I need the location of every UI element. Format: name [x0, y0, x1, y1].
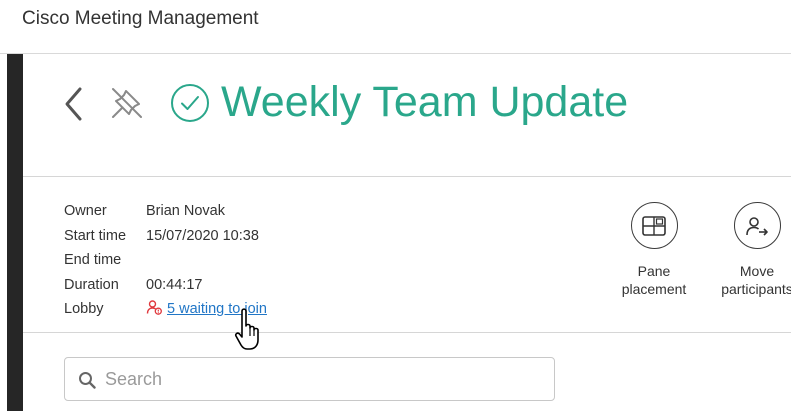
move-participants-label-line2: participants: [721, 281, 791, 297]
search-box[interactable]: [64, 357, 555, 401]
chevron-left-icon: [65, 87, 82, 121]
meeting-title: Weekly Team Update: [221, 78, 629, 126]
move-participants-button[interactable]: Move participants: [707, 202, 791, 298]
duration-value: 00:44:17: [146, 276, 203, 293]
back-button[interactable]: [63, 86, 85, 122]
pane-placement-label-line2: placement: [621, 281, 687, 297]
start-time-label: Start time: [64, 227, 127, 244]
pin-button[interactable]: [108, 84, 146, 122]
move-participants-icon: [733, 202, 781, 249]
header-divider: [23, 176, 791, 177]
start-time-value: 15/07/2020 10:38: [146, 227, 259, 244]
app-title: Cisco Meeting Management: [22, 8, 259, 29]
person-alert-icon: [146, 300, 162, 315]
duration-row: Duration 00:44:17: [64, 273, 267, 298]
left-nav-bar: [7, 54, 23, 411]
hand-pointer-cursor: [234, 308, 259, 350]
section-divider: [23, 332, 791, 333]
move-participants-label-line1: Move: [739, 263, 775, 279]
meeting-details: Owner Brian Novak Start time 15/07/2020 10…: [64, 199, 267, 322]
search-input[interactable]: [105, 358, 545, 400]
start-time-row: Start time 15/07/2020 10:38: [64, 224, 267, 249]
pin-icon: [112, 88, 142, 118]
check-circle-icon: [170, 83, 210, 123]
owner-label: Owner: [64, 203, 107, 219]
lobby-label: Lobby: [64, 301, 104, 317]
duration-label: Duration: [64, 276, 119, 293]
owner-row: Owner Brian Novak: [64, 199, 267, 224]
pane-placement-label-line1: Pane: [637, 263, 671, 279]
search-icon: [79, 372, 96, 389]
end-time-label: End time: [64, 252, 122, 268]
owner-value: Brian Novak: [146, 203, 225, 219]
end-time-row: End time: [64, 248, 267, 273]
pane-placement-icon: [630, 202, 678, 249]
pane-placement-button[interactable]: Pane placement: [609, 202, 699, 298]
top-divider: [0, 53, 791, 54]
